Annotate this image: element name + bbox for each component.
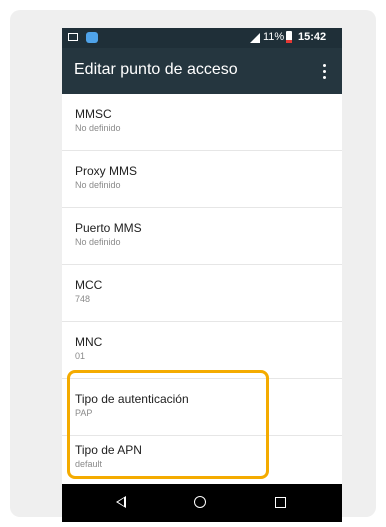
app-toolbar: Editar punto de acceso [62, 48, 342, 94]
image-notification-icon [68, 33, 78, 41]
setting-proxy-mms[interactable]: Proxy MMS No definido [62, 151, 342, 208]
setting-value: 01 [75, 351, 86, 361]
setting-mcc[interactable]: MCC 748 [62, 265, 342, 322]
setting-value: No definido [75, 123, 121, 133]
battery-percent: 11% [263, 31, 285, 43]
recent-apps-icon[interactable] [275, 497, 286, 508]
setting-label: MCC [75, 278, 103, 292]
setting-value: No definido [75, 180, 121, 190]
status-time: 15:42 [298, 31, 327, 43]
back-icon[interactable] [116, 496, 126, 508]
setting-label: Puerto MMS [75, 221, 142, 235]
setting-mmsc[interactable]: MMSC No definido [62, 94, 342, 151]
status-bar: 11% 15:42 [62, 28, 342, 48]
message-notification-icon [86, 32, 98, 43]
navigation-bar [62, 484, 342, 522]
setting-value: 748 [75, 294, 91, 304]
home-icon[interactable] [194, 496, 206, 508]
setting-label: MNC [75, 335, 103, 349]
battery-icon [286, 31, 292, 43]
page-title: Editar punto de acceso [74, 61, 238, 78]
setting-label: MMSC [75, 107, 112, 121]
setting-label: Proxy MMS [75, 164, 138, 178]
setting-value: No definido [75, 237, 121, 247]
signal-icon [250, 33, 260, 43]
highlight-box [67, 370, 269, 479]
overflow-menu-icon[interactable] [318, 62, 330, 80]
setting-puerto-mms[interactable]: Puerto MMS No definido [62, 208, 342, 265]
